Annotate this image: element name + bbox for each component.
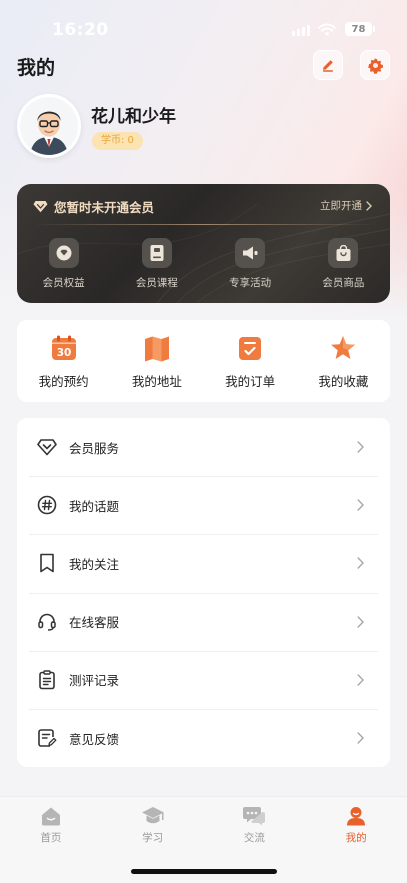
graduation-cap-icon	[141, 807, 164, 824]
service-item-feedback[interactable]: 意见反馈	[17, 708, 390, 767]
service-item-assessment[interactable]: 测评记录	[17, 650, 390, 709]
calendar-icon: 30	[51, 335, 76, 360]
tab-label: 我的	[345, 832, 367, 844]
map-icon	[144, 336, 169, 362]
vip-item-label: 会员权益	[42, 277, 85, 289]
bookmark-icon	[37, 553, 57, 573]
shortcut-label: 我的地址	[131, 374, 182, 389]
chevron-right-icon	[357, 615, 364, 628]
star-icon	[331, 336, 356, 359]
tab-community[interactable]: 交流	[204, 797, 306, 845]
vip-open-link[interactable]: 立即开通	[320, 198, 372, 213]
vip-item-course[interactable]: 会员课程	[110, 238, 203, 290]
service-item-topics[interactable]: 我的话题	[17, 476, 390, 534]
vip-card[interactable]: 您暂时未开通会员 立即开通 会员权益 会员课程 专享活动 会员商品	[17, 184, 390, 303]
chevron-right-icon	[357, 674, 364, 686]
service-list: 会员服务 我的话题 我的关注 在线客服 测评记录 意见反馈	[17, 418, 390, 767]
service-label: 我的关注	[69, 556, 120, 572]
shortcut-favorites[interactable]: 我的收藏	[297, 320, 390, 402]
shortcut-orders[interactable]: 我的订单	[204, 320, 297, 402]
home-icon	[41, 807, 60, 826]
battery-icon: 78	[345, 22, 375, 36]
settings-button[interactable]	[360, 50, 390, 80]
service-label: 会员服务	[69, 440, 120, 456]
headset-icon	[37, 612, 57, 632]
shopping-bag-icon	[328, 238, 359, 268]
chevron-right-icon	[357, 732, 364, 744]
vip-course-icon	[141, 238, 172, 268]
service-label: 在线客服	[69, 615, 120, 631]
chevron-right-icon	[357, 441, 364, 453]
calendar-number: 30	[56, 347, 71, 359]
shortcut-appointments[interactable]: 30 我的预约	[17, 320, 110, 402]
feedback-icon	[37, 728, 57, 748]
vip-item-activity[interactable]: 专享活动	[204, 238, 297, 290]
edit-profile-button[interactable]	[313, 50, 343, 80]
avatar[interactable]	[17, 94, 81, 158]
service-item-support[interactable]: 在线客服	[17, 592, 390, 651]
service-label: 测评记录	[69, 673, 120, 689]
wifi-icon	[318, 22, 336, 41]
shortcut-label: 我的订单	[225, 374, 276, 389]
vip-item-rights[interactable]: 会员权益	[17, 238, 110, 290]
chevron-right-icon	[357, 499, 364, 512]
coin-badge: 学币: 0	[92, 132, 143, 150]
tab-study[interactable]: 学习	[102, 797, 204, 845]
clipboard-icon	[37, 670, 57, 690]
chevron-right-icon	[366, 200, 372, 211]
shortcut-label: 我的预约	[38, 374, 89, 389]
home-indicator	[131, 869, 277, 874]
gear-icon	[367, 57, 383, 74]
signal-icon	[292, 25, 310, 36]
diamond-icon	[37, 437, 57, 457]
status-time: 16:20	[52, 20, 109, 40]
page-title: 我的	[17, 57, 56, 79]
vip-item-goods[interactable]: 会员商品	[297, 238, 390, 290]
service-item-following[interactable]: 我的关注	[17, 534, 390, 592]
chat-icon	[243, 807, 266, 826]
vip-title: 您暂时未开通会员	[54, 200, 155, 215]
chevron-right-icon	[357, 557, 364, 570]
shortcut-label: 我的收藏	[318, 374, 369, 389]
tab-mine[interactable]: 我的	[305, 797, 407, 845]
order-icon	[239, 337, 262, 360]
vip-divider	[33, 224, 374, 225]
vip-open-label: 立即开通	[320, 200, 362, 212]
vip-rights-icon	[48, 238, 79, 268]
tab-home[interactable]: 首页	[0, 797, 102, 845]
vip-item-label: 专享活动	[229, 277, 272, 289]
tab-label: 学习	[142, 832, 164, 844]
megaphone-icon	[235, 238, 266, 268]
profile-icon	[347, 807, 366, 826]
shortcut-card: 30 我的预约 我的地址 我的订单 我的收藏	[17, 320, 390, 402]
username: 花儿和少年	[91, 107, 176, 127]
vip-item-label: 会员商品	[322, 277, 365, 289]
service-item-vip[interactable]: 会员服务	[17, 418, 390, 476]
service-label: 意见反馈	[69, 731, 120, 747]
status-bar: 16:20 78	[0, 0, 407, 60]
vip-item-label: 会员课程	[135, 277, 178, 289]
pencil-icon	[323, 60, 333, 72]
vip-diamond-icon	[33, 201, 48, 213]
tab-label: 首页	[40, 832, 62, 844]
hashtag-icon	[37, 495, 57, 515]
tab-label: 交流	[243, 832, 265, 844]
service-label: 我的话题	[69, 498, 120, 514]
shortcut-address[interactable]: 我的地址	[110, 320, 203, 402]
